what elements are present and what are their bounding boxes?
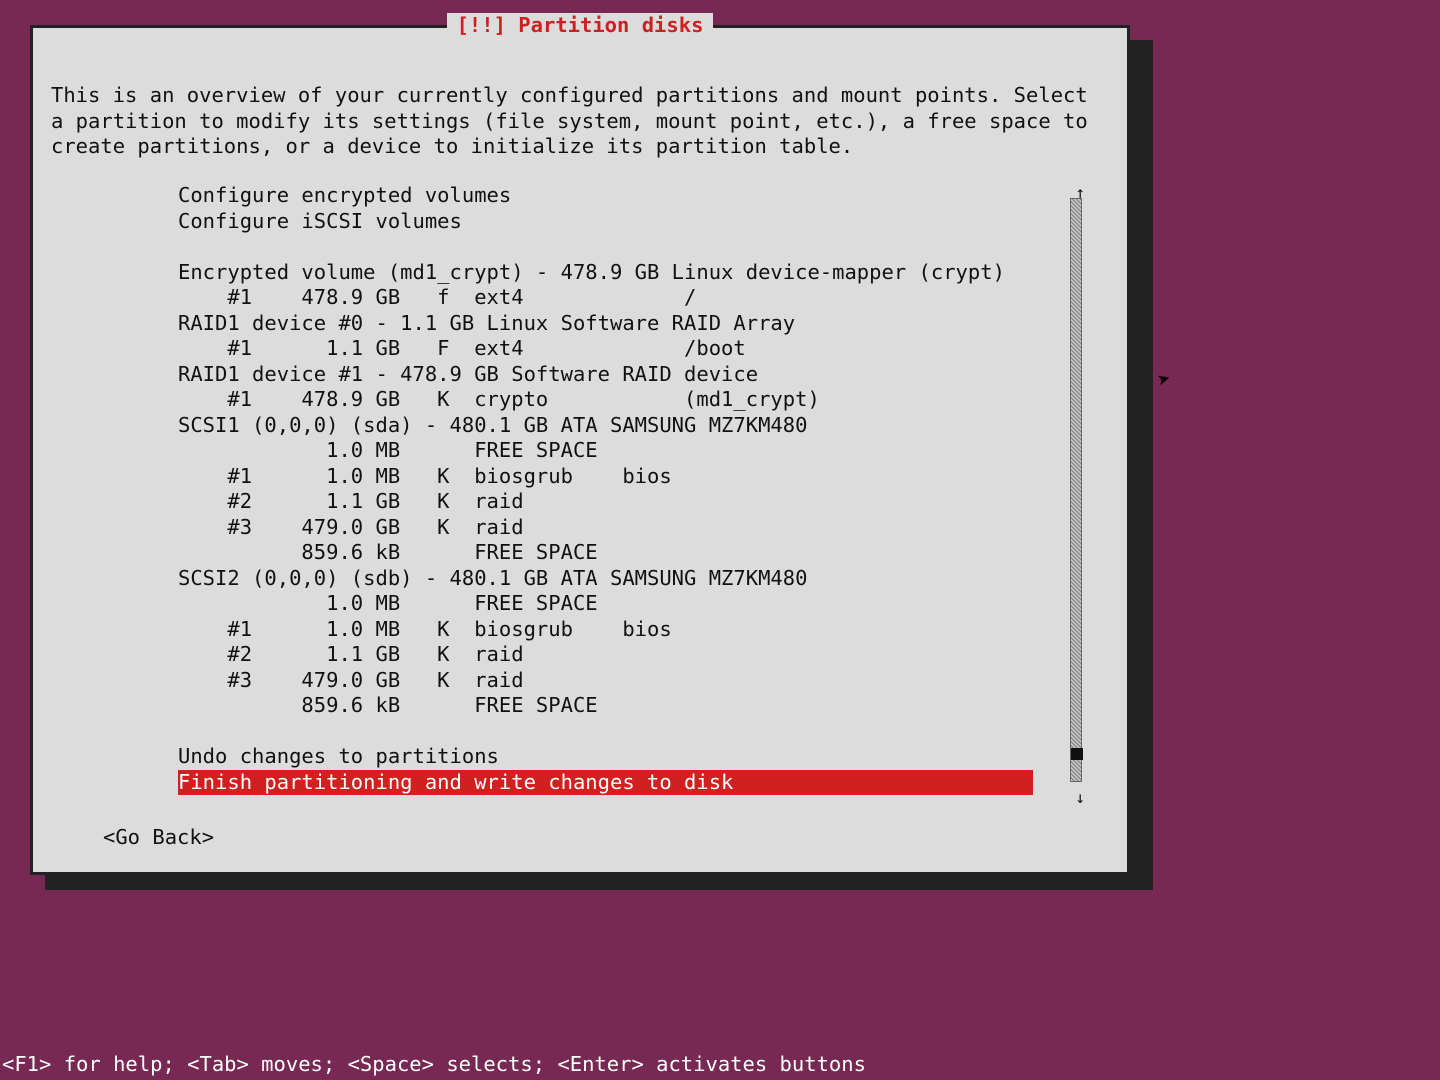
list-item[interactable]: #1 478.9 GB f ext4 /: [178, 285, 1033, 311]
scrollbar-track[interactable]: [1070, 198, 1082, 782]
list-item[interactable]: #1 1.0 MB K biosgrub bios: [178, 617, 1033, 643]
title-wrap: [!!] Partition disks: [33, 13, 1127, 39]
list-item[interactable]: 859.6 kB FREE SPACE: [178, 540, 1033, 566]
partition-dialog: [!!] Partition disks This is an overview…: [30, 25, 1130, 875]
mouse-cursor-icon: ➤: [1155, 367, 1174, 395]
list-item[interactable]: 1.0 MB FREE SPACE: [178, 438, 1033, 464]
go-back-button[interactable]: <Go Back>: [103, 825, 214, 851]
list-item[interactable]: #3 479.0 GB K raid: [178, 515, 1033, 541]
list-item[interactable]: SCSI2 (0,0,0) (sdb) - 480.1 GB ATA SAMSU…: [178, 566, 1033, 592]
list-item[interactable]: #3 479.0 GB K raid: [178, 668, 1033, 694]
list-item[interactable]: SCSI1 (0,0,0) (sda) - 480.1 GB ATA SAMSU…: [178, 413, 1033, 439]
list-item[interactable]: Finish partitioning and write changes to…: [178, 770, 1033, 796]
list-item[interactable]: #2 1.1 GB K raid: [178, 489, 1033, 515]
list-item[interactable]: Undo changes to partitions: [178, 744, 1033, 770]
intro-text: This is an overview of your currently co…: [51, 83, 1109, 160]
partition-list[interactable]: Configure encrypted volumesConfigure iSC…: [178, 183, 1033, 795]
dialog-title: [!!] Partition disks: [447, 13, 714, 39]
list-item[interactable]: RAID1 device #0 - 1.1 GB Linux Software …: [178, 311, 1033, 337]
list-item[interactable]: 859.6 kB FREE SPACE: [178, 693, 1033, 719]
list-item[interactable]: Encrypted volume (md1_crypt) - 478.9 GB …: [178, 260, 1033, 286]
help-bar: <F1> for help; <Tab> moves; <Space> sele…: [0, 1052, 1440, 1080]
list-item[interactable]: Configure encrypted volumes: [178, 183, 1033, 209]
scrollbar-thumb[interactable]: [1071, 748, 1083, 760]
list-item[interactable]: Configure iSCSI volumes: [178, 209, 1033, 235]
scroll-down-icon[interactable]: ↓: [1075, 785, 1085, 811]
list-item[interactable]: 1.0 MB FREE SPACE: [178, 591, 1033, 617]
list-item[interactable]: RAID1 device #1 - 478.9 GB Software RAID…: [178, 362, 1033, 388]
list-item[interactable]: #1 1.1 GB F ext4 /boot: [178, 336, 1033, 362]
list-item[interactable]: #2 1.1 GB K raid: [178, 642, 1033, 668]
list-item[interactable]: [178, 234, 1033, 260]
list-item[interactable]: #1 1.0 MB K biosgrub bios: [178, 464, 1033, 490]
list-item[interactable]: [178, 719, 1033, 745]
list-item[interactable]: #1 478.9 GB K crypto (md1_crypt): [178, 387, 1033, 413]
